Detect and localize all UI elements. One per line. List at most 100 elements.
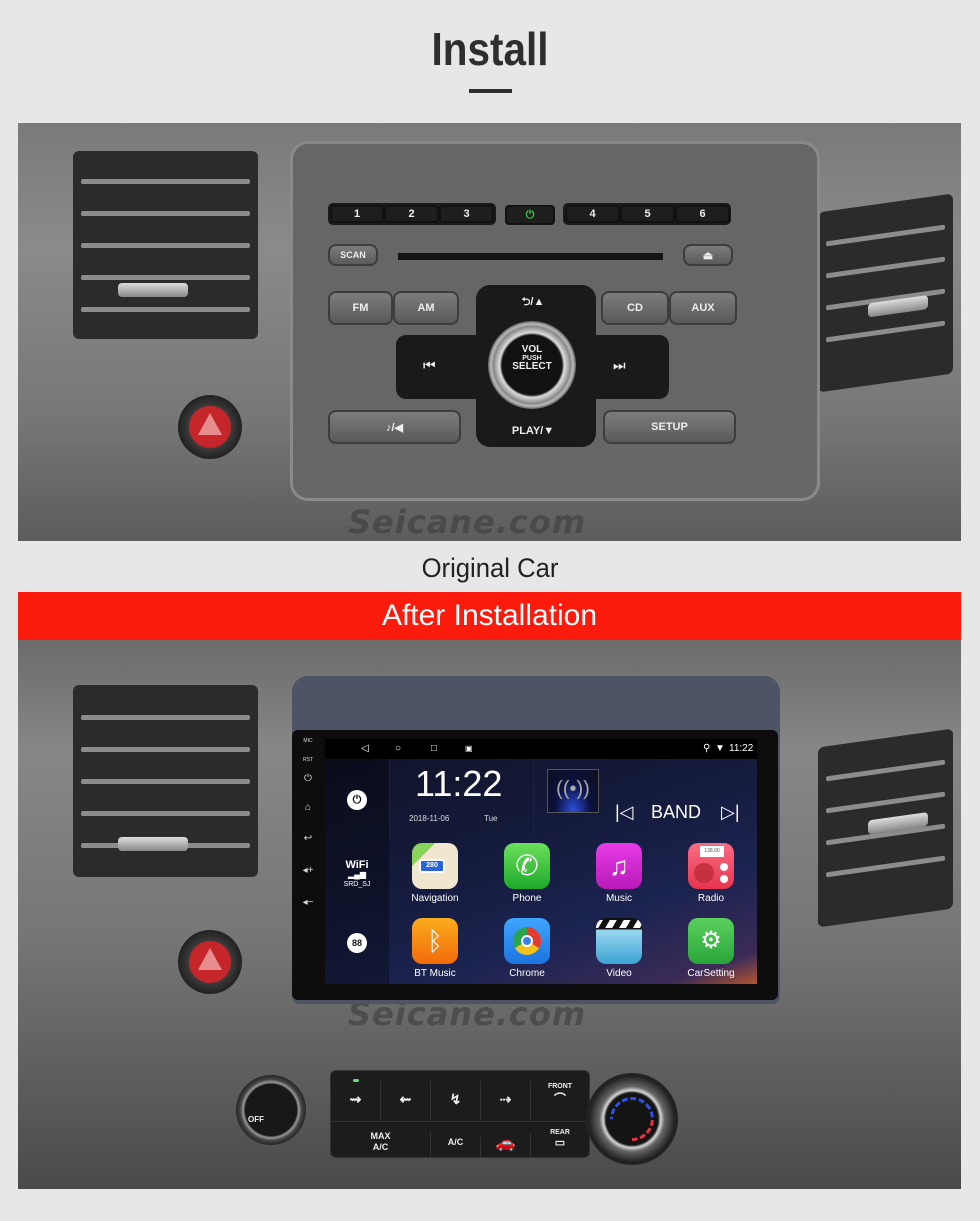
android-screen: ◁ ○ □ ▣ ⚲ ▼ 11:22 ⏻ WiFi ▂▄▆ SRD_SJ 88 1… xyxy=(325,739,757,984)
vent-feet-defrost-button[interactable]: ⇢ xyxy=(481,1081,531,1121)
cd-button[interactable]: CD xyxy=(601,291,669,325)
side-volume-down-icon[interactable]: ◂− xyxy=(300,897,316,908)
phone-icon: ✆ xyxy=(504,843,550,889)
app-radio[interactable]: 138.00 Radio xyxy=(671,843,751,904)
side-button-strip: MIC RST ⏻ ⌂ ↩ ◂+ ◂− xyxy=(292,730,324,1000)
vent-feet-button[interactable]: ↯ xyxy=(431,1081,481,1121)
side-volume-up-icon[interactable]: ◂+ xyxy=(300,865,316,876)
setup-button[interactable]: SETUP xyxy=(603,410,736,444)
original-car-photo: 1 2 3 ⏻ 4 5 6 SCAN ⏏ FM AM CD AUX ♪/◀ SE… xyxy=(18,123,961,541)
app-car-setting[interactable]: ⚙ CarSetting xyxy=(671,918,751,979)
broadcast-icon: ((•)) xyxy=(556,778,590,800)
side-back-icon[interactable]: ↩ xyxy=(300,833,316,844)
app-label: Phone xyxy=(512,893,542,904)
watermark: Seicane.com xyxy=(348,503,587,541)
clock-widget[interactable]: 11:22 xyxy=(415,763,502,805)
video-icon xyxy=(596,918,642,964)
previous-track-button[interactable]: ⏮ xyxy=(423,357,436,374)
ac-button[interactable]: A/C xyxy=(431,1137,481,1157)
wifi-status[interactable]: WiFi ▂▄▆ SRD_SJ xyxy=(325,859,389,888)
nav-back-button[interactable]: ◁ xyxy=(361,743,369,754)
hazard-button[interactable] xyxy=(178,395,242,459)
aux-button[interactable]: AUX xyxy=(669,291,737,325)
after-installation-banner: After Installation xyxy=(18,592,961,640)
left-air-vent xyxy=(73,151,258,339)
left-air-vent xyxy=(73,685,258,877)
side-home-icon[interactable]: ⌂ xyxy=(300,802,316,813)
nav-screenshot-button[interactable]: ▣ xyxy=(465,744,473,753)
app-video[interactable]: Video xyxy=(579,918,659,979)
reset-button[interactable]: RST xyxy=(300,757,316,763)
preset-6-button[interactable]: 6 xyxy=(675,205,730,223)
app-label: CarSetting xyxy=(687,968,735,979)
title-underline xyxy=(469,89,512,93)
clock-date: 2018-11-06 xyxy=(409,814,450,823)
app-label: Navigation xyxy=(411,893,459,904)
recirculation-button[interactable]: 🚗 xyxy=(481,1133,531,1157)
preset-5-button[interactable]: 5 xyxy=(620,205,675,223)
radio-album-art[interactable]: ((•)) xyxy=(547,769,599,813)
sound-button[interactable]: ♪/◀ xyxy=(328,410,461,444)
temperature-dial[interactable] xyxy=(586,1073,678,1165)
app-phone[interactable]: ✆ Phone xyxy=(487,843,567,904)
navigation-icon: 280 xyxy=(412,843,458,889)
max-ac-button[interactable]: MAX A/C xyxy=(331,1131,431,1157)
media-prev-button[interactable]: |◁ xyxy=(615,802,634,823)
left-column: ⏻ WiFi ▂▄▆ SRD_SJ 88 xyxy=(325,759,389,984)
radio-icon: 138.00 xyxy=(688,843,734,889)
hazard-button[interactable] xyxy=(178,930,242,994)
previous-track-icon: ⏮ xyxy=(423,357,436,373)
play-down-button[interactable]: PLAY/▼ xyxy=(498,425,568,437)
preset-1-button[interactable]: 1 xyxy=(330,205,384,223)
scan-button[interactable]: SCAN xyxy=(328,244,378,266)
preset-2-button[interactable]: 2 xyxy=(384,205,439,223)
nav-recents-button[interactable]: □ xyxy=(431,743,437,754)
preset-4-button[interactable]: 4 xyxy=(565,205,620,223)
original-car-caption: Original Car xyxy=(421,553,559,583)
band-button[interactable]: BAND xyxy=(651,802,701,823)
cd-slot xyxy=(398,253,663,260)
eject-button[interactable]: ⏏ xyxy=(683,244,733,266)
app-chrome[interactable]: Chrome xyxy=(487,918,567,979)
rear-defrost-icon: ▭ xyxy=(554,1137,566,1149)
side-power-icon[interactable]: ⏻ xyxy=(300,773,316,784)
app-label: Video xyxy=(606,968,632,979)
music-icon: ♫ xyxy=(596,843,642,889)
power-button[interactable]: ⏻ xyxy=(505,205,555,225)
next-track-button[interactable]: ⏭ xyxy=(613,357,626,374)
app-navigation[interactable]: 280 Navigation xyxy=(395,843,475,904)
volume-select-knob[interactable]: VOL PUSH SELECT xyxy=(488,321,576,409)
all-apps-button[interactable]: 88 xyxy=(347,933,367,953)
am-button[interactable]: AM xyxy=(393,291,459,325)
rear-defrost-label: REAR xyxy=(550,1129,570,1136)
fan-speed-dial[interactable]: OFF xyxy=(236,1075,306,1145)
preset-3-button[interactable]: 3 xyxy=(439,205,494,223)
back-up-button[interactable]: ⮌/▲ xyxy=(508,293,558,312)
power-icon: ⏻ xyxy=(525,208,535,221)
knob-label-vol: VOL xyxy=(521,344,543,355)
power-button[interactable]: ⏻ xyxy=(347,790,367,810)
app-bt-music[interactable]: ᛒ BT Music xyxy=(395,918,475,979)
app-label: BT Music xyxy=(414,968,456,979)
app-label: Chrome xyxy=(509,968,545,979)
wifi-ssid: SRD_SJ xyxy=(343,881,371,888)
mic-label: MIC xyxy=(303,738,313,744)
page-title: Install xyxy=(431,23,549,75)
bluetooth-music-icon: ᛒ xyxy=(412,918,458,964)
wifi-icon: ▼ xyxy=(715,743,725,754)
media-next-button[interactable]: ▷| xyxy=(721,802,740,823)
rear-defrost-button[interactable]: REAR ▭ xyxy=(531,1129,589,1157)
temperature-scale xyxy=(600,1087,664,1151)
nav-home-button[interactable]: ○ xyxy=(395,743,401,754)
vent-face-feet-button[interactable]: ⇜ xyxy=(381,1081,431,1121)
car-setting-icon: ⚙ xyxy=(688,918,734,964)
status-bar: ◁ ○ □ ▣ ⚲ ▼ 11:22 xyxy=(325,739,757,759)
app-label: Music xyxy=(605,893,633,904)
app-label: Radio xyxy=(697,893,725,904)
app-music[interactable]: ♫ Music xyxy=(579,843,659,904)
location-icon: ⚲ xyxy=(703,743,711,754)
front-defrost-button[interactable]: FRONT ⌒ xyxy=(531,1083,589,1123)
wifi-signal-icon: ▂▄▆ xyxy=(348,870,366,879)
vent-face-button[interactable]: ⇝ xyxy=(331,1081,381,1121)
fm-button[interactable]: FM xyxy=(328,291,393,325)
